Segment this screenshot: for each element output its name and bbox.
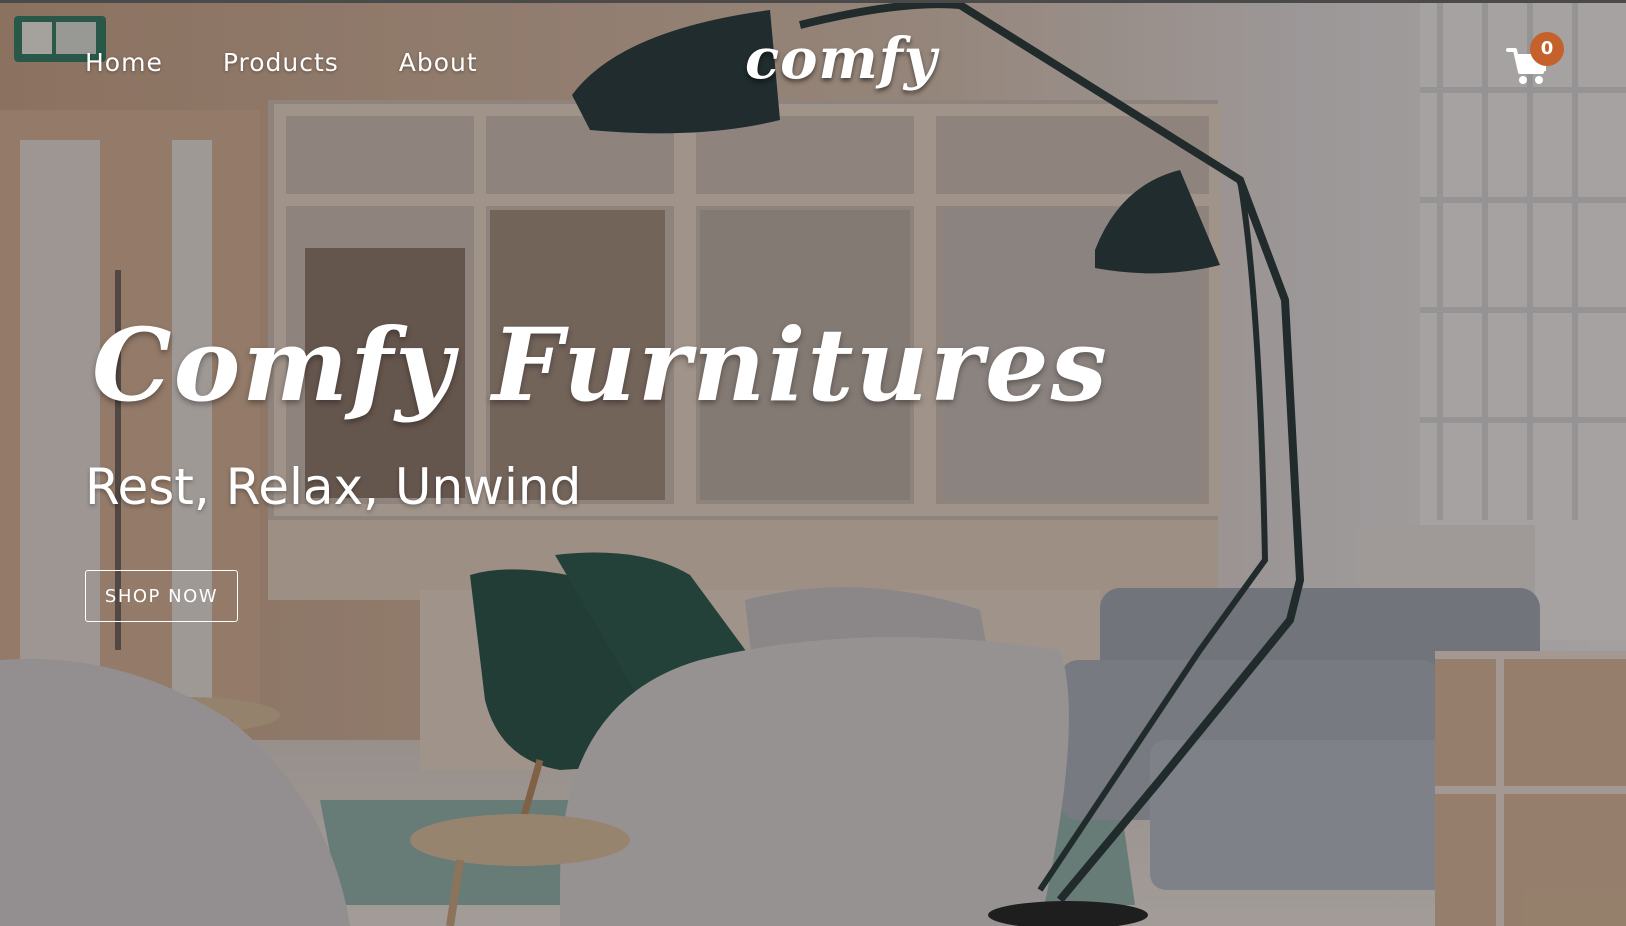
hero-title: Comfy Furnitures (92, 306, 1109, 424)
nav-link-products[interactable]: Products (223, 48, 339, 77)
cart-count-badge: 0 (1530, 32, 1564, 66)
shop-now-button[interactable]: SHOP NOW (85, 570, 238, 622)
nav-links: Home Products About (85, 48, 478, 77)
site-logo[interactable]: comfy (745, 26, 937, 92)
hero-subtitle: Rest, Relax, Unwind (85, 458, 582, 516)
nav-link-home[interactable]: Home (85, 48, 163, 77)
nav-link-about[interactable]: About (399, 48, 478, 77)
top-navbar: Home Products About comfy 0 (0, 0, 1626, 130)
